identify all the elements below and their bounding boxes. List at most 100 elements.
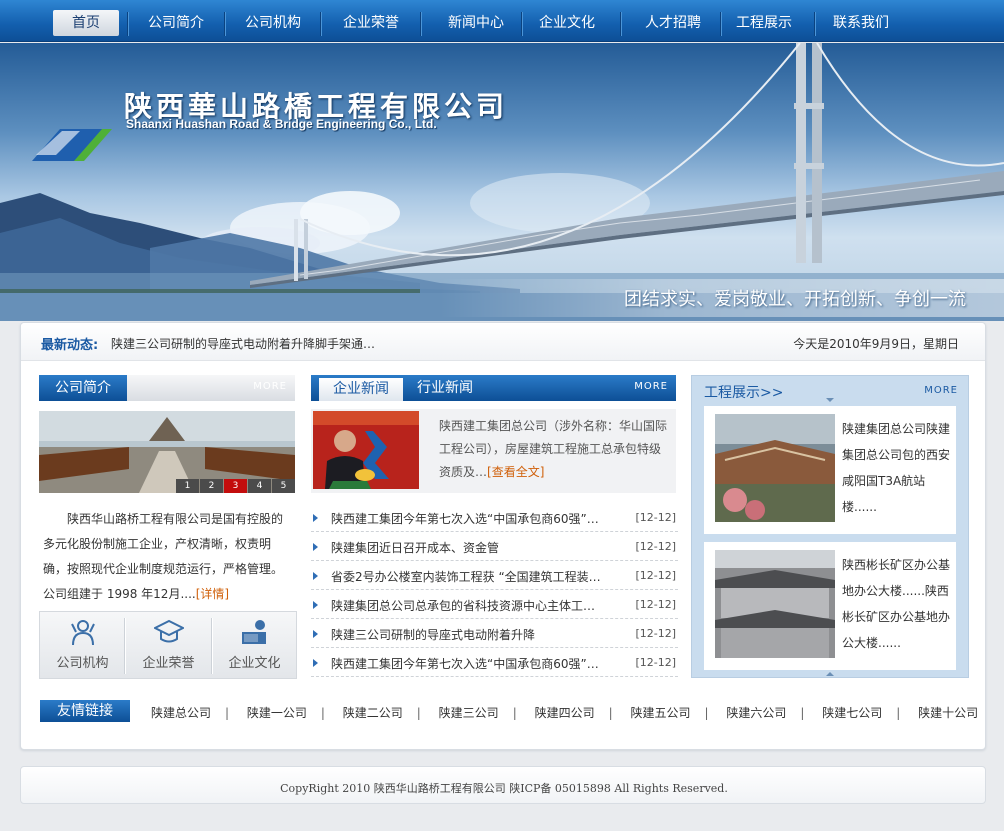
featured-news-photo[interactable] xyxy=(313,411,419,489)
quick-links-row: 公司机构 企业荣誉 企业文化 xyxy=(39,611,297,679)
friend-link[interactable]: 陕建五公司 xyxy=(630,706,690,720)
copyright-text: CopyRight 2010 陕西华山路桥工程有限公司 陕ICP备 050158… xyxy=(280,782,728,795)
nav-separator xyxy=(620,12,621,36)
news-date: [12-12] xyxy=(635,627,676,640)
scroll-down-icon[interactable] xyxy=(826,398,834,402)
news-list: 陕西建工集团今年第七次入选“中国承包商60强”… [12-12] 陕建集团近日召… xyxy=(311,503,678,677)
news-date: [12-12] xyxy=(635,569,676,582)
friend-link[interactable]: 陕建四公司 xyxy=(535,706,595,720)
news-title[interactable]: 陕建三公司研制的导座式电动附着升降 xyxy=(331,626,535,643)
projects-more-link[interactable]: MORE xyxy=(924,385,958,396)
news-title[interactable]: 陕建集团总公司总承包的省科技资源中心主体工… xyxy=(331,597,595,614)
nav-item-home[interactable]: 首页 xyxy=(53,10,119,36)
friend-link[interactable]: 陕建二公司 xyxy=(343,706,403,720)
nav-separator xyxy=(224,12,225,36)
current-date: 今天是2010年9月9日，星期日 xyxy=(793,337,959,351)
hero-banner: 陕西華山路橋工程有限公司 Shaanxi Huashan Road & Brid… xyxy=(0,43,1004,321)
news-title[interactable]: 陕西建工集团今年第七次入选“中国承包商60强”… xyxy=(331,655,599,672)
nav-separator xyxy=(814,12,815,36)
quick-link-label: 企业文化 xyxy=(228,656,281,671)
news-item[interactable]: 陕建集团总公司总承包的省科技资源中心主体工… [12-12] xyxy=(311,590,678,619)
friend-link[interactable]: 陕建一公司 xyxy=(247,706,307,720)
company-name-en: Shaanxi Huashan Road & Bridge Engineerin… xyxy=(126,117,437,131)
quick-link-label: 公司机构 xyxy=(56,656,109,671)
top-nav: 首页 公司简介 公司机构 企业荣誉 新闻中心 企业文化 人才招聘 工程展示 联系… xyxy=(0,0,1004,42)
news-title[interactable]: 陕建集团近日召开成本、资金管 xyxy=(331,539,499,556)
news-date: [12-12] xyxy=(635,511,676,524)
project-photo[interactable] xyxy=(715,414,835,522)
airport-terminal-photo xyxy=(715,414,835,522)
nav-item-news[interactable]: 新闻中心 xyxy=(432,10,520,36)
friend-link[interactable]: 陕建三公司 xyxy=(439,706,499,720)
featured-news-text: 陕西建工集团总公司（涉外名称：华山国际工程公司），房屋建筑工程施工总承包特级资质… xyxy=(439,415,667,484)
friend-link[interactable]: 陕建六公司 xyxy=(726,706,786,720)
project-card[interactable]: 陕西彬长矿区办公基地办公大楼......陕西彬长矿区办公基地办公大楼...... xyxy=(704,542,956,670)
latest-news-bar: 最新动态: 陕建三公司研制的导座式电动附着升降脚手架通… 今天是2010年9月9… xyxy=(21,323,985,361)
footer: CopyRight 2010 陕西华山路桥工程有限公司 陕ICP备 050158… xyxy=(20,766,986,804)
project-caption[interactable]: 陕西彬长矿区办公基地办公大楼......陕西彬长矿区办公基地办公大楼...... xyxy=(842,552,954,656)
intro-detail-link[interactable]: [详情] xyxy=(196,587,229,601)
read-full-link[interactable]: [查看全文] xyxy=(487,465,544,479)
pager-2[interactable]: 2 xyxy=(200,479,223,493)
news-title[interactable]: 陕西建工集团今年第七次入选“中国承包商60强”… xyxy=(331,510,599,527)
intro-tab[interactable]: 公司简介 xyxy=(39,375,127,401)
nav-separator xyxy=(420,12,421,36)
intro-photo-slideshow[interactable]: 1 2 3 4 5 xyxy=(39,411,295,493)
friend-links-row: 陕建总公司 | 陕建一公司 | 陕建二公司 | 陕建三公司 | 陕建四公司 | 陕建五公司… xyxy=(151,706,979,720)
news-more-link[interactable]: MORE xyxy=(634,381,668,392)
projects-title[interactable]: 工程展示>> xyxy=(704,382,783,402)
news-section-header: 企业新闻 行业新闻 MORE xyxy=(311,375,676,401)
graduation-cap-icon xyxy=(154,619,184,643)
arrow-right-icon xyxy=(313,572,318,580)
friend-link[interactable]: 陕建七公司 xyxy=(822,706,882,720)
nav-item-honors[interactable]: 企业荣誉 xyxy=(327,10,415,36)
project-card[interactable]: 陕建集团总公司陕建集团总公司包的西安咸阳国T3A航站楼...... xyxy=(704,406,956,534)
main-content-panel: 最新动态: 陕建三公司研制的导座式电动附着升降脚手架通… 今天是2010年9月9… xyxy=(20,322,986,750)
news-item[interactable]: 陕西建工集团今年第七次入选“中国承包商60强”… [12-12] xyxy=(311,648,678,677)
nav-separator xyxy=(127,12,128,36)
projects-panel: 工程展示>> MORE 陕建集团总公司陕建集团总公司包的西安咸阳国T3A航站楼.… xyxy=(691,375,969,678)
quick-link-honors[interactable]: 企业荣誉 xyxy=(126,612,211,678)
nav-separator xyxy=(720,12,721,36)
news-title[interactable]: 省委2号办公楼室内装饰工程获 “全国建筑工程装… xyxy=(331,568,601,585)
news-item[interactable]: 陕西建工集团今年第七次入选“中国承包商60强”… [12-12] xyxy=(311,503,678,532)
news-date: [12-12] xyxy=(635,656,676,669)
arrow-right-icon xyxy=(313,601,318,609)
nav-item-culture[interactable]: 企业文化 xyxy=(524,10,610,36)
tab-company-news[interactable]: 企业新闻 xyxy=(319,378,403,401)
friend-links-tab: 友情链接 xyxy=(40,700,130,722)
pager-1[interactable]: 1 xyxy=(176,479,199,493)
divider xyxy=(124,618,125,674)
news-item[interactable]: 陕建集团近日召开成本、资金管 [12-12] xyxy=(311,532,678,561)
project-caption[interactable]: 陕建集团总公司陕建集团总公司包的西安咸阳国T3A航站楼...... xyxy=(842,416,954,520)
quick-link-culture[interactable]: 企业文化 xyxy=(212,612,297,678)
arrow-right-icon xyxy=(313,543,318,551)
scroll-up-icon[interactable] xyxy=(826,672,834,676)
project-photo[interactable] xyxy=(715,550,835,658)
pager-3[interactable]: 3 xyxy=(224,479,247,493)
nav-item-about[interactable]: 公司简介 xyxy=(134,10,218,36)
nav-item-organization[interactable]: 公司机构 xyxy=(230,10,316,36)
featured-news: 陕西建工集团总公司（涉外名称：华山国际工程公司），房屋建筑工程施工总承包特级资质… xyxy=(311,409,676,493)
pager-5[interactable]: 5 xyxy=(272,479,295,493)
presenter-icon xyxy=(242,620,266,644)
intro-section-header: 公司简介 MORE xyxy=(39,375,295,401)
nav-item-careers[interactable]: 人才招聘 xyxy=(630,10,716,36)
latest-news-ticker[interactable]: 陕建三公司研制的导座式电动附着升降脚手架通… xyxy=(111,335,375,352)
quick-link-label: 企业荣誉 xyxy=(142,656,195,671)
friend-link[interactable]: 陕建总公司 xyxy=(151,706,211,720)
news-item[interactable]: 陕建三公司研制的导座式电动附着升降 [12-12] xyxy=(311,619,678,648)
intro-more-link[interactable]: MORE xyxy=(253,381,287,392)
nav-item-projects[interactable]: 工程展示 xyxy=(722,10,806,36)
speaker-photo xyxy=(313,411,419,489)
intro-body: 陕西华山路桥工程有限公司是国有控股的多元化股份制施工企业，产权清晰，权责明确，按… xyxy=(43,512,284,601)
featured-news-body: 陕西建工集团总公司（涉外名称：华山国际工程公司），房屋建筑工程施工总承包特级资质… xyxy=(439,419,668,479)
tab-industry-news[interactable]: 行业新闻 xyxy=(417,375,473,401)
nav-separator xyxy=(320,12,321,36)
quick-link-organization[interactable]: 公司机构 xyxy=(40,612,125,678)
nav-item-contact[interactable]: 联系我们 xyxy=(818,10,904,36)
slogan: 团结求实、爱岗敬业、开拓创新、争创一流 xyxy=(624,289,966,310)
friend-link[interactable]: 陕建十公司 xyxy=(918,706,978,720)
news-item[interactable]: 省委2号办公楼室内装饰工程获 “全国建筑工程装… [12-12] xyxy=(311,561,678,590)
pager-4[interactable]: 4 xyxy=(248,479,271,493)
